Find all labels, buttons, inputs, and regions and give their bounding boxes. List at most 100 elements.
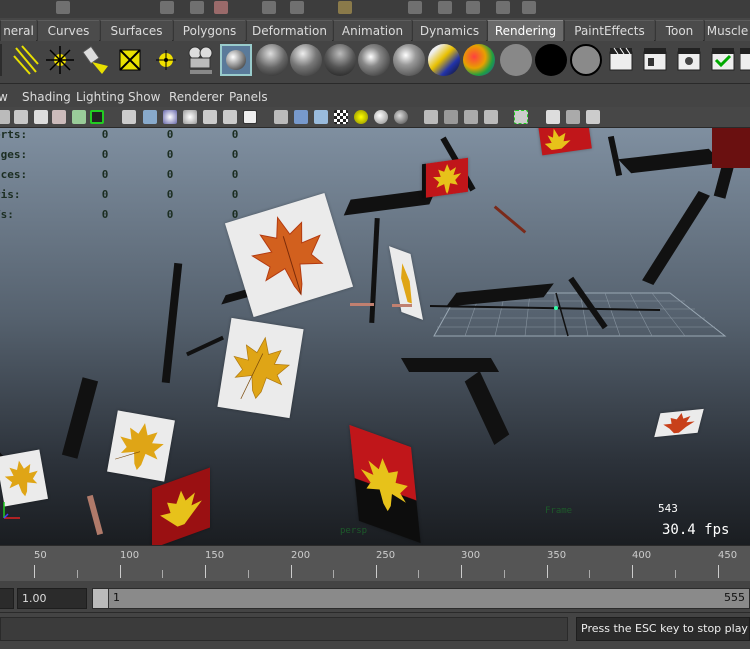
grid-toggle-icon[interactable] bbox=[90, 110, 104, 124]
cube-textured-icon[interactable] bbox=[314, 110, 328, 124]
two-panel-icon[interactable] bbox=[566, 110, 580, 124]
menu-shading[interactable]: Shading bbox=[22, 90, 71, 104]
start-time-field[interactable] bbox=[0, 588, 14, 609]
light-icon[interactable] bbox=[354, 110, 368, 124]
two-d-pan-zoom-icon[interactable] bbox=[52, 110, 66, 124]
tab-surfaces[interactable]: Surfaces bbox=[100, 20, 172, 41]
tab-curves[interactable]: Curves bbox=[37, 20, 99, 41]
material-sphere-icon[interactable] bbox=[226, 50, 246, 70]
snap-curve-icon[interactable] bbox=[290, 1, 304, 14]
falling-card-edge bbox=[186, 335, 224, 357]
xray-icon[interactable] bbox=[444, 110, 458, 124]
render-icon[interactable] bbox=[438, 1, 452, 14]
tab-animation[interactable]: Animation bbox=[333, 20, 411, 41]
panel-menu-bar: w Shading Lighting Show Renderer Panels bbox=[0, 87, 750, 107]
blinn-sphere-icon[interactable] bbox=[290, 44, 322, 76]
grease-pencil-icon[interactable] bbox=[72, 110, 86, 124]
cube-wire-icon[interactable] bbox=[274, 110, 288, 124]
phong-sphere-icon[interactable] bbox=[324, 44, 356, 76]
tab-toon[interactable]: Toon bbox=[655, 20, 703, 41]
area-light-icon[interactable] bbox=[114, 44, 146, 76]
tab-muscle[interactable]: Muscle bbox=[704, 20, 750, 41]
phonge-sphere-icon[interactable] bbox=[358, 44, 390, 76]
tick-major bbox=[461, 565, 462, 578]
point-light-icon[interactable] bbox=[44, 44, 76, 76]
camera-icon[interactable] bbox=[184, 44, 216, 76]
ipr-icon[interactable] bbox=[466, 1, 480, 14]
wireframe-icon[interactable] bbox=[122, 110, 136, 124]
volume-light-icon[interactable] bbox=[150, 44, 182, 76]
black-sphere-icon[interactable] bbox=[535, 44, 567, 76]
tick-minor bbox=[248, 570, 249, 578]
directional-light-icon[interactable] bbox=[10, 44, 42, 76]
connect-icon[interactable] bbox=[586, 110, 600, 124]
render-settings-top-icon[interactable] bbox=[496, 1, 510, 14]
falling-card-edge bbox=[61, 377, 99, 459]
smooth-shade-icon[interactable] bbox=[143, 110, 157, 124]
menu-show[interactable]: Show bbox=[128, 90, 160, 104]
menu-view[interactable]: w bbox=[0, 90, 8, 104]
paint-select-icon[interactable] bbox=[214, 1, 228, 14]
shadow-sphere-icon[interactable] bbox=[374, 110, 388, 124]
new-scene-icon[interactable] bbox=[56, 1, 70, 14]
isolate-select-icon[interactable] bbox=[424, 110, 438, 124]
camera-attributes-icon[interactable] bbox=[0, 110, 10, 124]
select-mask-icon[interactable] bbox=[514, 110, 528, 124]
range-slider[interactable]: 1 555 bbox=[92, 588, 750, 609]
ramp-shader-icon[interactable] bbox=[463, 44, 495, 76]
menu-renderer[interactable]: Renderer bbox=[169, 90, 224, 104]
cube-outline-icon[interactable] bbox=[546, 110, 560, 124]
range-start-handle[interactable] bbox=[93, 589, 109, 608]
tick-label: 150 bbox=[205, 550, 225, 561]
tab-deformation[interactable]: Deformation bbox=[246, 20, 332, 41]
menu-lighting[interactable]: Lighting bbox=[76, 90, 125, 104]
bookmark-icon[interactable] bbox=[14, 110, 28, 124]
backface-icon[interactable] bbox=[484, 110, 498, 124]
tab-rendering[interactable]: Rendering bbox=[487, 20, 563, 41]
axis-gizmo-icon bbox=[3, 502, 20, 519]
surface-shader-icon[interactable] bbox=[500, 44, 532, 76]
xray-joints-icon[interactable] bbox=[464, 110, 478, 124]
checker-icon[interactable] bbox=[334, 110, 348, 124]
select-tool-icon[interactable] bbox=[160, 1, 174, 14]
time-slider[interactable]: 50 100 150 200 250 300 350 400 450 bbox=[0, 545, 750, 581]
tab-dynamics[interactable]: Dynamics bbox=[412, 20, 486, 41]
render-current-frame-icon[interactable] bbox=[606, 44, 638, 76]
leaf-card-red-small bbox=[422, 157, 468, 199]
text-icon[interactable] bbox=[243, 110, 257, 124]
use-default-material-icon[interactable] bbox=[163, 110, 177, 124]
spot-light-icon[interactable] bbox=[78, 44, 110, 76]
perspective-viewport[interactable]: erts: 0 0 0 dges: 0 0 0 aces: 0 0 0 ris:… bbox=[0, 128, 750, 545]
use-background-icon[interactable] bbox=[570, 44, 602, 76]
lasso-tool-icon[interactable] bbox=[190, 1, 204, 14]
image-plane-icon[interactable] bbox=[34, 110, 48, 124]
command-line-field[interactable] bbox=[0, 617, 568, 641]
falling-card-edge bbox=[86, 494, 104, 536]
shaded-wireframe-icon[interactable] bbox=[183, 110, 197, 124]
lambert-sphere-icon[interactable] bbox=[256, 44, 288, 76]
hypershade-icon[interactable] bbox=[708, 44, 740, 76]
tab-polygons[interactable]: Polygons bbox=[173, 20, 245, 41]
batch-render-icon[interactable] bbox=[740, 44, 750, 76]
snap-grid-icon[interactable] bbox=[262, 1, 276, 14]
snap-point-icon[interactable] bbox=[338, 1, 352, 14]
tab-painteffects[interactable]: PaintEffects bbox=[564, 20, 654, 41]
menu-panels[interactable]: Panels bbox=[229, 90, 268, 104]
playback-start-field[interactable]: 1.00 bbox=[17, 588, 87, 609]
maple-leaf-icon bbox=[401, 263, 412, 304]
cube-shaded-icon[interactable] bbox=[294, 110, 308, 124]
textured-icon[interactable] bbox=[203, 110, 217, 124]
render-settings-icon[interactable] bbox=[674, 44, 706, 76]
ipr-render-icon[interactable] bbox=[640, 44, 672, 76]
anisotropic-sphere-icon[interactable] bbox=[393, 44, 425, 76]
camera-name-label: persp bbox=[340, 526, 368, 536]
use-lights-icon[interactable] bbox=[223, 110, 237, 124]
shelf-scroll-icon[interactable] bbox=[0, 44, 2, 76]
history-icon[interactable] bbox=[408, 1, 422, 14]
dark-sphere-icon[interactable] bbox=[394, 110, 408, 124]
sculpt-icon[interactable] bbox=[522, 1, 536, 14]
layered-shader-icon[interactable] bbox=[428, 44, 460, 76]
leaf-card-yellow-maple bbox=[217, 317, 304, 419]
tab-general[interactable]: neral bbox=[0, 20, 36, 41]
frame-hud-label: Frame bbox=[545, 506, 573, 516]
